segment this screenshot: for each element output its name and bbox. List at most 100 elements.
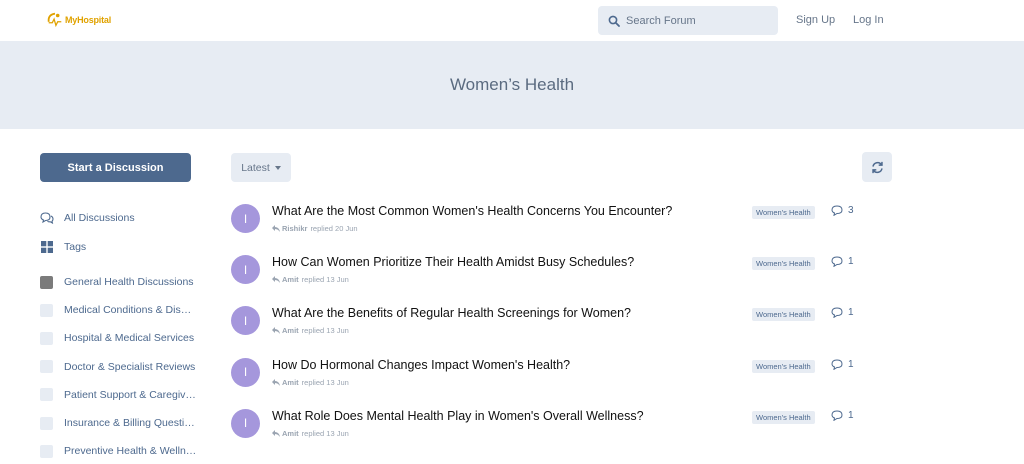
discussion-user[interactable]: Amit [282, 378, 299, 387]
tag-item[interactable]: Doctor & Specialist Reviews [40, 353, 200, 381]
discussion-meta: Amit replied 13 Jun [272, 429, 349, 438]
discussion-meta: Amit replied 13 Jun [272, 378, 349, 387]
tag-color-swatch [40, 388, 53, 402]
discussion-last-activity: replied 13 Jun [301, 377, 349, 387]
signup-link[interactable]: Sign Up [796, 14, 835, 26]
reply-count-value: 1 [848, 409, 854, 421]
discussion-meta: Rishikr replied 20 Jun [272, 224, 358, 233]
discussion-title[interactable]: How Do Hormonal Changes Impact Women's H… [272, 358, 570, 372]
discussion-title[interactable]: How Can Women Prioritize Their Health Am… [272, 255, 634, 269]
comment-icon [831, 410, 843, 421]
tag-item[interactable]: Preventive Health & Welln… [40, 437, 200, 464]
tag-label: Preventive Health & Welln… [64, 445, 197, 458]
discussion-title[interactable]: What Role Does Mental Health Play in Wom… [272, 409, 644, 423]
tag-hero: Women’s Health [0, 41, 1024, 129]
discussion-meta: Amit replied 13 Jun [272, 326, 349, 335]
reply-icon [272, 225, 280, 232]
reply-count-value: 1 [848, 307, 854, 319]
discussion-list: I What Are the Most Common Women's Healt… [231, 200, 871, 456]
reply-count-value: 1 [848, 256, 854, 268]
discussion-meta: Amit replied 13 Jun [272, 275, 349, 284]
comment-icon [831, 359, 843, 370]
sidebar-item-label: All Discussions [64, 211, 135, 224]
tag-color-swatch [40, 275, 53, 289]
discussion-user[interactable]: Rishikr [282, 224, 307, 233]
discussion-last-activity: replied 13 Jun [301, 275, 349, 285]
comments-icon [40, 211, 54, 225]
discussion-user[interactable]: Amit [282, 429, 299, 438]
reply-count: 1 [831, 307, 854, 319]
login-link[interactable]: Log In [853, 14, 884, 26]
comment-icon [831, 205, 843, 216]
discussion-tag-badge[interactable]: Women's Health [752, 308, 815, 322]
start-discussion-button[interactable]: Start a Discussion [40, 153, 191, 182]
sort-dropdown[interactable]: Latest [231, 153, 291, 182]
discussion-tag-badge[interactable]: Women's Health [752, 410, 815, 424]
avatar[interactable]: I [231, 357, 260, 387]
comment-icon [831, 307, 843, 319]
discussion-tag-badge[interactable]: Women's Health [752, 359, 815, 373]
discussion-last-activity: replied 13 Jun [301, 428, 349, 438]
avatar[interactable]: I [231, 204, 260, 233]
discussion-row[interactable]: I How Do Hormonal Changes Impact Women's… [231, 354, 871, 405]
sidebar-item-all-discussions[interactable]: All Discussions [40, 203, 200, 232]
reply-icon [272, 378, 280, 386]
avatar[interactable]: I [231, 306, 260, 336]
site-header: MyHospital Sign Up Log In [0, 0, 1024, 41]
reply-icon [272, 327, 280, 335]
tag-list: General Health Discussions Medical Condi… [40, 268, 200, 464]
tag-color-swatch [40, 444, 53, 458]
tag-color-swatch [40, 331, 53, 345]
tag-color-swatch [40, 360, 53, 374]
sidebar-nav: All Discussions Tags [40, 203, 200, 261]
reply-count: 1 [831, 359, 854, 370]
discussion-last-activity: replied 20 Jun [310, 224, 358, 233]
search-icon [608, 15, 620, 27]
search-box[interactable] [598, 6, 778, 35]
sort-label: Latest [241, 161, 270, 174]
discussion-row[interactable]: I What Are the Benefits of Regular Healt… [231, 302, 871, 353]
refresh-icon [871, 161, 883, 173]
page-title: Women’s Health [449, 75, 575, 94]
discussion-tag-badge[interactable]: Women's Health [752, 257, 815, 271]
reply-icon [272, 429, 280, 437]
discussion-tag-badge[interactable]: Women's Health [752, 206, 815, 219]
tag-color-swatch [40, 303, 53, 317]
logo-mark-icon [47, 12, 62, 28]
tag-label: Hospital & Medical Services [64, 332, 195, 345]
avatar[interactable]: I [231, 408, 260, 438]
tag-item[interactable]: Insurance & Billing Questi… [40, 409, 200, 437]
reply-count-value: 3 [848, 205, 854, 216]
site-logo[interactable]: MyHospital [46, 11, 111, 29]
refresh-button[interactable] [862, 152, 892, 182]
discussion-title[interactable]: What Are the Benefits of Regular Health … [272, 306, 631, 320]
comment-icon [831, 256, 843, 268]
discussion-user[interactable]: Amit [282, 275, 299, 284]
tag-label: Patient Support & Caregiv… [64, 388, 196, 401]
tag-label: Insurance & Billing Questi… [64, 417, 195, 430]
discussion-row[interactable]: I What Are the Most Common Women's Healt… [231, 200, 871, 251]
reply-count-value: 1 [848, 358, 854, 370]
tag-item[interactable]: General Health Discussions [40, 268, 200, 296]
tag-item[interactable]: Patient Support & Caregiv… [40, 381, 200, 409]
discussion-last-activity: replied 13 Jun [301, 326, 349, 336]
tag-item[interactable]: Hospital & Medical Services [40, 324, 200, 352]
tag-color-swatch [40, 416, 53, 430]
tag-label: General Health Discussions [64, 276, 194, 289]
sidebar-item-label: Tags [64, 240, 87, 253]
reply-icon [272, 276, 280, 284]
discussion-title[interactable]: What Are the Most Common Women's Health … [272, 204, 672, 218]
tag-label: Doctor & Specialist Reviews [64, 360, 196, 373]
discussion-row[interactable]: I What Role Does Mental Health Play in W… [231, 405, 871, 456]
reply-count: 1 [831, 256, 854, 268]
discussion-row[interactable]: I How Can Women Prioritize Their Health … [231, 251, 871, 302]
caret-down-icon [274, 165, 281, 170]
search-input[interactable] [626, 14, 766, 27]
tag-label: Medical Conditions & Dis… [64, 304, 192, 317]
discussion-user[interactable]: Amit [282, 326, 299, 335]
avatar[interactable]: I [231, 255, 260, 285]
tag-item[interactable]: Medical Conditions & Dis… [40, 296, 200, 324]
reply-count: 1 [831, 410, 854, 421]
sidebar-item-tags[interactable]: Tags [40, 232, 200, 261]
tags-grid-icon [40, 240, 54, 254]
